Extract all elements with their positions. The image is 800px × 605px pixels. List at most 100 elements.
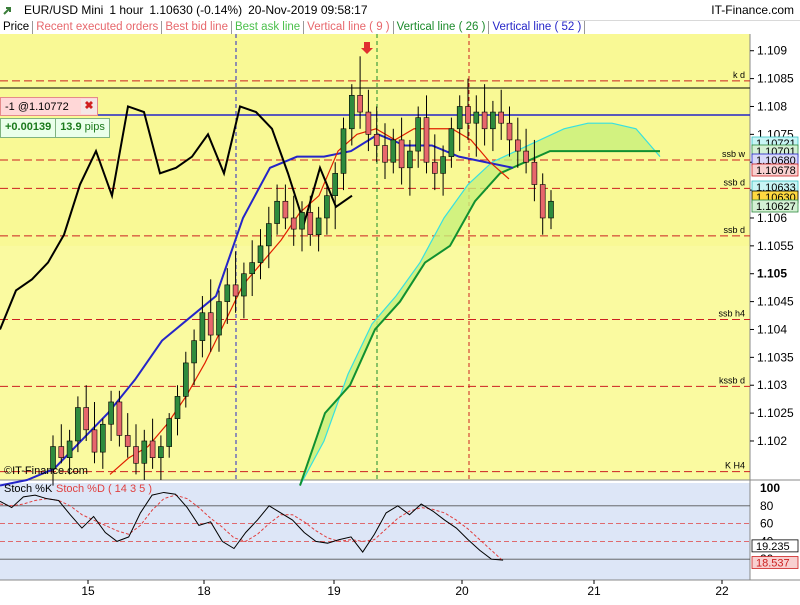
candle-body bbox=[523, 150, 529, 163]
candle-body bbox=[83, 407, 89, 431]
pnl-value: +0.00139 bbox=[1, 119, 57, 137]
close-position-icon[interactable]: ✖ bbox=[81, 99, 97, 114]
candle-body bbox=[440, 156, 446, 174]
candle-body bbox=[340, 128, 347, 174]
candle-body bbox=[257, 245, 264, 263]
candle-body bbox=[91, 429, 98, 453]
price-tick-label: 1.104 bbox=[757, 322, 787, 336]
candle-body bbox=[282, 200, 289, 219]
time-axis-bg bbox=[0, 580, 800, 600]
price-tick-label: 1.109 bbox=[757, 44, 787, 58]
price-tick-label: 1.105 bbox=[757, 267, 787, 281]
candle-body bbox=[149, 440, 156, 459]
legend-best-bid[interactable]: Best bid line bbox=[162, 20, 232, 34]
price-tick-label: 1.102 bbox=[757, 434, 787, 448]
chart-header: EUR/USD Mini 1 hour 1.10630 (-0.14%) 20-… bbox=[0, 0, 800, 21]
candle-body bbox=[58, 446, 65, 458]
level-label-6: K H4 bbox=[725, 461, 745, 471]
candle-body bbox=[448, 128, 455, 157]
candle-body bbox=[548, 200, 554, 219]
candle-body bbox=[249, 262, 255, 275]
stoch-tick-label: 60 bbox=[760, 517, 774, 531]
position-label: -1 @1.10772 bbox=[5, 100, 69, 113]
stoch-k-tag: 19.235 bbox=[756, 541, 790, 553]
time-tick-label: 21 bbox=[587, 584, 601, 598]
candle-body bbox=[415, 117, 422, 152]
brand-label: IT-Finance.com bbox=[711, 3, 794, 17]
time-tick-label: 18 bbox=[197, 584, 211, 598]
level-label-2: ssb d bbox=[723, 177, 745, 187]
candle-body bbox=[373, 134, 380, 146]
price-tick-label: 1.108 bbox=[757, 99, 787, 113]
candle-body bbox=[265, 223, 272, 247]
candle-body bbox=[390, 139, 397, 163]
candle-body bbox=[315, 217, 322, 236]
legend-vertical-26[interactable]: Vertical line ( 26 ) bbox=[394, 20, 490, 34]
candle-body bbox=[473, 111, 480, 124]
price-tag-label: 1.10627 bbox=[756, 201, 796, 213]
price-tick-label: 1.1025 bbox=[757, 406, 794, 420]
position-box[interactable]: -1 @1.10772 ✖ bbox=[0, 97, 98, 116]
candle-body bbox=[207, 312, 214, 336]
time-tick-label: 19 bbox=[327, 584, 341, 598]
candle-body bbox=[199, 312, 206, 341]
candle-body bbox=[324, 195, 330, 219]
price-tag-label: 1.10678 bbox=[756, 165, 796, 177]
candle-body bbox=[299, 212, 305, 230]
candle-body bbox=[174, 396, 181, 419]
candle-body bbox=[216, 301, 222, 336]
expand-arrow-icon[interactable] bbox=[0, 3, 18, 17]
legend-price[interactable]: Price bbox=[0, 20, 34, 34]
symbol-name[interactable]: EUR/USD Mini bbox=[24, 3, 103, 17]
level-label-0: k d bbox=[733, 70, 745, 80]
legend-vertical-52[interactable]: Vertical line ( 52 ) bbox=[489, 20, 586, 34]
candle-body bbox=[456, 106, 463, 130]
candle-body bbox=[398, 139, 405, 169]
price-tick-label: 1.1085 bbox=[757, 72, 794, 86]
stoch-plot-area bbox=[0, 483, 750, 580]
watermark: ©IT-Finance.com bbox=[4, 465, 88, 477]
price-tick-label: 1.1055 bbox=[757, 239, 794, 253]
timestamp: 20-Nov-2019 09:58:17 bbox=[248, 3, 368, 17]
candle-body bbox=[158, 446, 164, 458]
candle-body bbox=[332, 173, 339, 196]
candle-body bbox=[232, 284, 239, 297]
legend-best-ask[interactable]: Best ask line bbox=[232, 20, 305, 34]
candle-body bbox=[498, 111, 505, 124]
candle-body bbox=[506, 122, 513, 141]
price-tick-label: 1.106 bbox=[757, 211, 787, 225]
candle-body bbox=[141, 440, 148, 464]
level-label-5: kssb d bbox=[719, 375, 745, 385]
candle-body bbox=[348, 95, 355, 130]
stoch-d-title: Stoch %D ( 14 3 5 ) bbox=[56, 483, 152, 495]
price-tick-label: 1.1045 bbox=[757, 295, 794, 309]
chart-area[interactable]: k d ssb w ssb d ssb d ssb h4 kssb d K H4 1.109 1… bbox=[0, 34, 800, 605]
timeframe[interactable]: 1 hour bbox=[109, 3, 143, 17]
pnl-box: +0.00139 13.9 pips bbox=[0, 118, 110, 138]
candle-body bbox=[481, 111, 488, 130]
candle-body bbox=[274, 200, 280, 224]
candle-body bbox=[531, 161, 538, 185]
pips-unit: pips bbox=[84, 121, 105, 133]
candle-body bbox=[133, 446, 139, 464]
candle-body bbox=[307, 212, 314, 235]
candle-body bbox=[191, 340, 197, 364]
candle-body bbox=[357, 95, 363, 113]
time-tick-label: 22 bbox=[715, 584, 729, 598]
candle-body bbox=[423, 117, 430, 163]
candle-body bbox=[514, 139, 521, 152]
last-quote: 1.10630 (-0.14%) bbox=[149, 3, 243, 17]
candle-body bbox=[431, 161, 438, 174]
legend-recent-orders[interactable]: Recent executed orders bbox=[33, 20, 163, 34]
candle-body bbox=[100, 423, 106, 453]
candle-body bbox=[124, 435, 131, 447]
legend-vertical-9[interactable]: Vertical line ( 9 ) bbox=[304, 20, 394, 34]
time-tick-label: 15 bbox=[81, 584, 95, 598]
pips-value: 13.9 bbox=[60, 121, 82, 133]
level-label-4: ssb h4 bbox=[718, 308, 745, 318]
candle-body bbox=[290, 217, 297, 230]
candle-body bbox=[75, 407, 81, 442]
level-label-3: ssb d bbox=[723, 225, 745, 235]
candle-body bbox=[382, 145, 388, 163]
stoch-tick-label: 80 bbox=[760, 499, 774, 513]
